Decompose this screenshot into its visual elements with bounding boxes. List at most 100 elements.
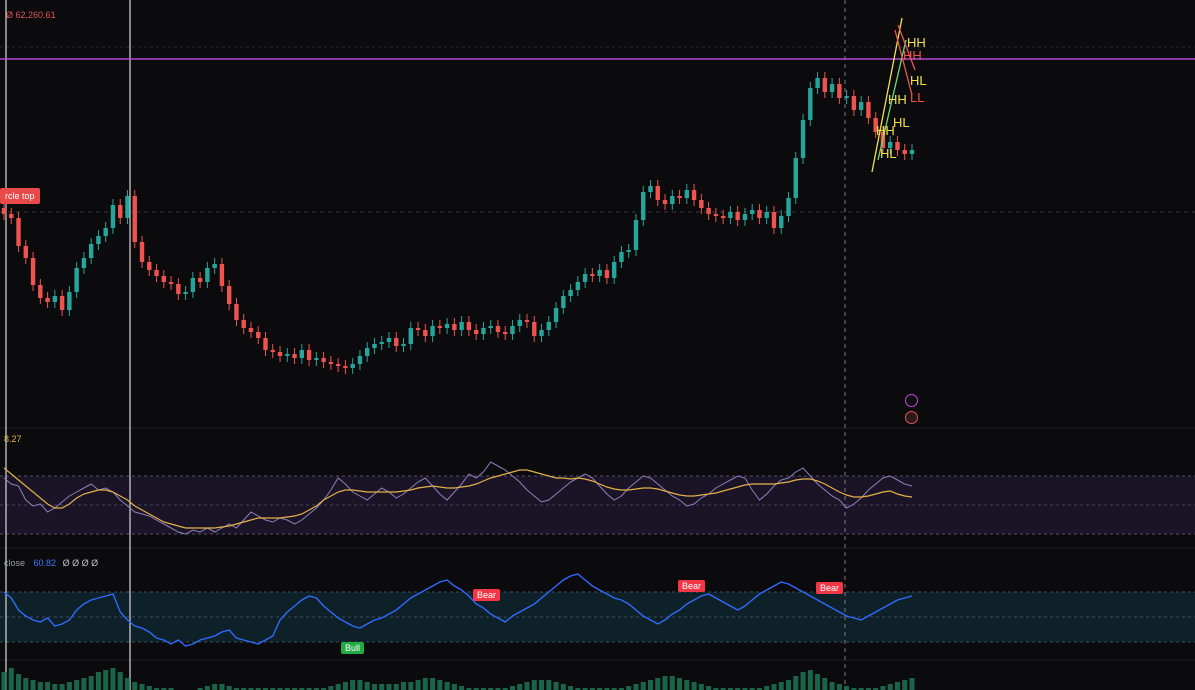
volume-bar: [698, 684, 704, 690]
candle-body: [190, 278, 196, 292]
volume-bar: [357, 680, 363, 690]
candle-body: [248, 328, 254, 332]
volume-bar: [902, 680, 908, 690]
candle-body: [205, 268, 210, 282]
volume-bar: [342, 682, 348, 690]
candle-body: [902, 150, 907, 154]
candle-body: [430, 326, 435, 336]
candle-body: [452, 324, 457, 330]
candle-body: [176, 284, 181, 294]
candle-body: [183, 292, 188, 294]
volume-bar: [328, 686, 334, 690]
candle-body: [655, 186, 660, 200]
volume-bar: [74, 680, 80, 690]
volume-bar: [212, 684, 218, 690]
candle-body: [234, 304, 239, 320]
candle-body: [800, 120, 806, 158]
volume-bar: [110, 668, 116, 690]
candle-body: [735, 212, 740, 220]
candle-body: [103, 228, 108, 236]
volume-bar: [37, 682, 43, 690]
structure-hh-3: HH: [888, 92, 907, 107]
volume-bar: [408, 682, 414, 690]
circle-top-label: rcle top: [0, 188, 40, 204]
candle-body: [495, 326, 501, 332]
structure-hh-2: HH: [903, 48, 922, 63]
candle-body: [335, 364, 341, 366]
osc-close-value: 60.82: [33, 558, 57, 568]
volume-bar: [640, 682, 646, 690]
structure-hl-2: HL: [893, 115, 910, 130]
candle-body: [909, 150, 915, 154]
candle-body: [742, 214, 748, 220]
candle-body: [16, 218, 21, 246]
candle-body: [517, 320, 522, 326]
volume-bar: [829, 682, 835, 690]
candle-body: [764, 212, 769, 218]
bear-label-1: Bear: [473, 589, 501, 601]
volume-bar: [836, 684, 842, 690]
candle-body: [648, 186, 653, 192]
candle-body: [357, 356, 363, 364]
candle-body: [662, 200, 668, 204]
volume-bar: [364, 682, 370, 690]
candle-body: [292, 354, 297, 358]
candle-body: [59, 296, 65, 310]
volume-bar: [539, 680, 545, 690]
candle-body: [706, 208, 711, 214]
volume-bar: [30, 680, 36, 690]
flag-icon[interactable]: [905, 411, 918, 424]
candle-body: [125, 196, 130, 218]
candle-body: [539, 330, 544, 336]
volume-bar: [786, 680, 792, 690]
candle-body: [299, 350, 305, 358]
candle-body: [459, 322, 464, 330]
volume-bar: [880, 686, 886, 690]
volume-bar: [531, 680, 537, 690]
candle-body: [423, 330, 428, 336]
candle-body: [118, 205, 123, 218]
volume-bar: [132, 682, 138, 690]
price-header: Ø 62,260.61: [6, 10, 56, 20]
candle-body: [67, 292, 72, 310]
osc-close-extra: Ø Ø Ø Ø: [62, 558, 99, 568]
candle-body: [306, 350, 312, 360]
osc-close-label: close: [4, 558, 26, 568]
candle-body: [437, 326, 443, 328]
candle-body: [815, 78, 820, 88]
candle-body: [481, 328, 486, 334]
candle-body: [372, 344, 377, 348]
candle-body: [263, 338, 268, 350]
candle-body: [52, 296, 58, 302]
candle-body: [444, 324, 450, 328]
volume-bar: [894, 682, 900, 690]
volume-bar: [219, 684, 225, 690]
rsi-value-label: 8.27: [4, 434, 22, 444]
lightning-icon[interactable]: [905, 394, 918, 407]
candle-body: [343, 366, 348, 368]
structure-hl-3: HL: [880, 146, 897, 161]
volume-bar: [81, 678, 87, 690]
volume-bar: [706, 686, 712, 690]
candle-body: [553, 308, 559, 322]
volume-bar: [669, 676, 675, 690]
volume-bar: [415, 680, 421, 690]
candle-body: [241, 320, 246, 328]
volume-bar: [23, 678, 29, 690]
candle-body: [749, 210, 755, 214]
candle-body: [96, 236, 101, 244]
volume-bar: [887, 684, 893, 690]
candle-body: [691, 190, 697, 200]
candle-body: [365, 348, 370, 356]
candle-body: [699, 200, 704, 208]
volume-bar: [568, 686, 574, 690]
volume-bar: [553, 682, 559, 690]
candle-body: [45, 298, 50, 302]
candle-body: [568, 290, 573, 296]
volume-bar: [662, 676, 668, 690]
candle-body: [81, 258, 87, 268]
volume-bar: [444, 682, 450, 690]
volume-bar: [793, 676, 799, 690]
candle-body: [822, 78, 828, 92]
volume-bar: [117, 672, 123, 690]
